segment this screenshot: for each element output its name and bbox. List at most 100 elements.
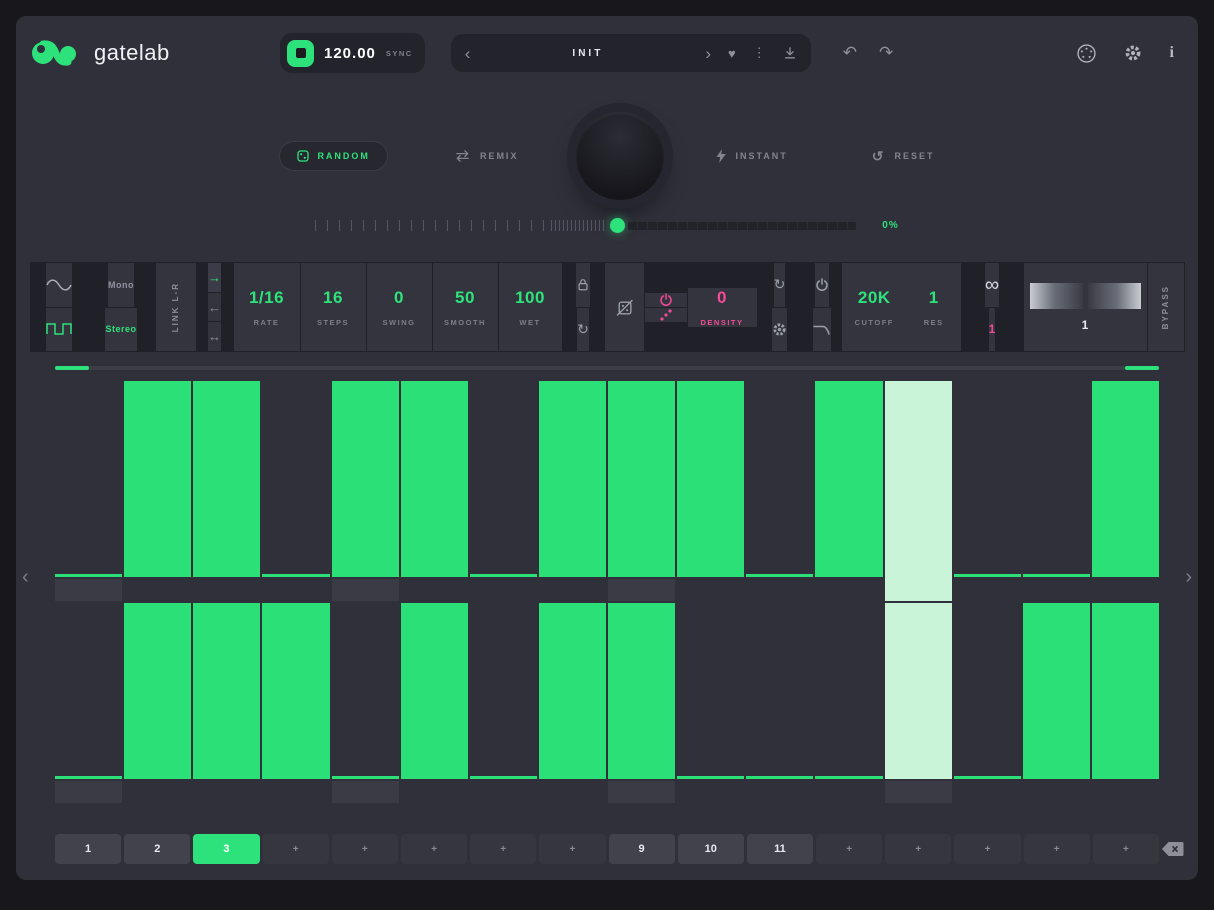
step-14-row-2[interactable] [954,603,1021,803]
texture-fade-in-icon[interactable] [1030,283,1083,309]
play-stop-button[interactable] [287,40,314,67]
step-15-row-2[interactable] [1023,603,1090,803]
step-footer[interactable] [677,781,744,803]
sine-wave-button[interactable] [46,263,72,307]
step-footer[interactable] [746,579,813,601]
step-footer[interactable] [470,781,537,803]
save-preset-icon[interactable] [783,46,797,60]
step-footer[interactable] [539,579,606,601]
sync-label[interactable]: SYNC [386,49,413,58]
redo-button[interactable]: ↷ [879,43,893,63]
infinity-button[interactable]: ∞ [985,263,999,307]
step-4-row-1[interactable] [262,381,329,601]
pattern-slot-3[interactable]: 3 [193,834,259,864]
loop-end-handle[interactable] [1125,366,1159,370]
loop-start-handle[interactable] [55,366,89,370]
step-footer[interactable] [954,781,1021,803]
step-footer[interactable] [1092,781,1159,803]
amount-handle[interactable] [610,218,625,233]
step-footer[interactable] [124,781,191,803]
step-5-row-1[interactable] [332,381,399,601]
step-footer[interactable] [262,781,329,803]
step-footer[interactable] [124,579,191,601]
pattern-slot-15[interactable]: + [1024,834,1090,864]
gear-small-button[interactable] [772,308,787,352]
preset-name[interactable]: INIT [470,48,705,59]
step-footer[interactable] [262,579,329,601]
amount-track[interactable] [628,222,856,230]
bypass-button[interactable]: BYPASS [1161,285,1170,329]
step-footer[interactable] [746,781,813,803]
settings-gear-icon[interactable] [1124,44,1142,62]
step-7-row-2[interactable] [470,603,537,803]
step-7-row-1[interactable] [470,381,537,601]
step-16-row-1[interactable] [1092,381,1159,601]
random-button[interactable]: RANDOM [279,141,388,171]
step-2-row-2[interactable] [124,603,191,803]
regen-button[interactable]: ↻ [774,263,786,307]
bpm-value[interactable]: 120.00 [324,45,376,62]
direction-forward-button[interactable]: → [208,263,221,292]
pattern-slot-16[interactable]: + [1093,834,1159,864]
steps-control[interactable]: 16 STEPS [301,263,366,351]
step-8-row-1[interactable] [539,381,606,601]
step-footer[interactable] [193,579,260,601]
step-6-row-2[interactable] [401,603,468,803]
reset-button[interactable]: ↺ RESET [872,148,935,165]
amount-scale-fine[interactable] [551,220,607,231]
step-3-row-2[interactable] [193,603,260,803]
undo-button[interactable]: ↶ [843,43,857,63]
density-power-button[interactable] [645,293,687,307]
step-11-row-1[interactable] [746,381,813,601]
pattern-slot-4[interactable]: + [263,834,329,864]
step-10-row-2[interactable] [677,603,744,803]
step-5-row-2[interactable] [332,603,399,803]
swing-control[interactable]: 0 SWING [367,263,432,351]
pattern-slot-9[interactable]: 9 [609,834,675,864]
pattern-slot-2[interactable]: 2 [124,834,190,864]
pattern-slot-13[interactable]: + [885,834,951,864]
step-14-row-1[interactable] [954,381,1021,601]
filter-curve-button[interactable] [813,308,831,352]
step-footer[interactable] [193,781,260,803]
amount-scale-coarse[interactable] [315,220,551,231]
direction-pingpong-button[interactable]: ↔ [208,322,221,351]
loop-range-bar[interactable] [55,366,1159,370]
step-footer[interactable] [954,579,1021,601]
res-control[interactable]: 1 RES [907,288,961,327]
step-10-row-1[interactable] [677,381,744,601]
density-dice-button[interactable] [645,308,687,322]
step-footer[interactable] [332,781,399,803]
step-16-row-2[interactable] [1092,603,1159,803]
cycle-button[interactable]: ↻ [577,308,589,352]
step-footer[interactable] [885,781,952,803]
preset-menu-icon[interactable]: ⋮ [753,45,766,61]
step-footer[interactable] [401,579,468,601]
wet-control[interactable]: 100 WET [499,263,562,351]
step-1-row-1[interactable] [55,381,122,601]
step-footer[interactable] [1023,781,1090,803]
filter-power-button[interactable] [815,263,829,307]
step-2-row-1[interactable] [124,381,191,601]
rate-control[interactable]: 1/16 RATE [234,263,300,351]
pattern-slot-6[interactable]: + [401,834,467,864]
direction-backward-button[interactable]: ← [208,293,221,322]
lock-button[interactable] [576,263,590,307]
step-footer[interactable] [55,579,122,601]
pattern-slot-12[interactable]: + [816,834,882,864]
mono-button[interactable]: Mono [108,263,134,307]
step-footer[interactable] [608,781,675,803]
dice-off-button[interactable] [615,298,634,317]
midi-settings-icon[interactable] [1077,44,1096,63]
preset-next-button[interactable]: › [705,45,711,62]
randomize-knob[interactable] [576,112,664,200]
texture-fade-out-icon[interactable] [1088,283,1141,309]
step-15-row-1[interactable] [1023,381,1090,601]
remix-button[interactable]: REMIX [454,149,519,163]
step-footer[interactable] [815,781,882,803]
step-6-row-1[interactable] [401,381,468,601]
step-footer[interactable] [55,781,122,803]
step-4-row-2[interactable] [262,603,329,803]
step-12-row-1[interactable] [815,381,882,601]
step-12-row-2[interactable] [815,603,882,803]
